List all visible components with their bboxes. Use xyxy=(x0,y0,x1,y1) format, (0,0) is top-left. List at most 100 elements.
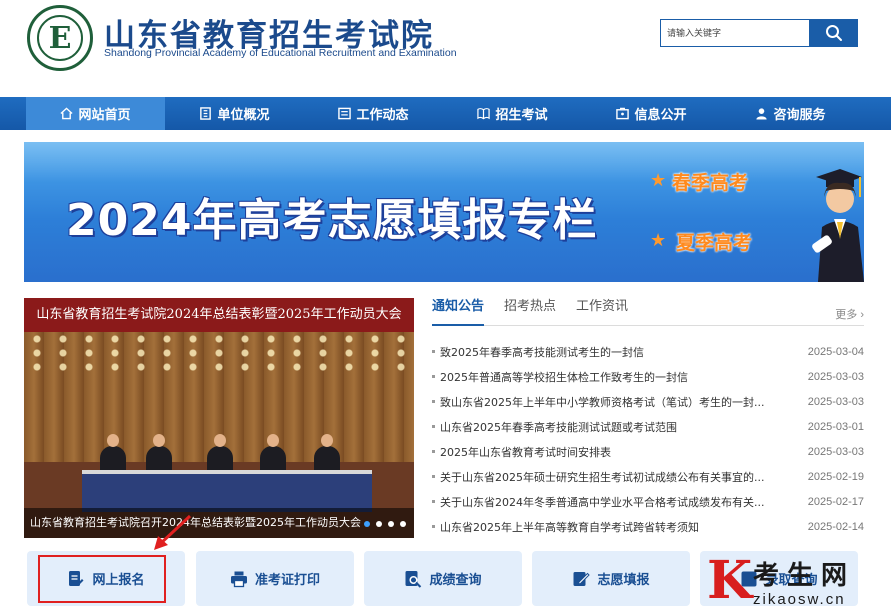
news-item[interactable]: 致2025年春季高考技能测试考生的一封信 2025-03-04 xyxy=(432,339,864,364)
nav-item-service[interactable]: 咨询服务 xyxy=(721,97,860,130)
news-item[interactable]: 致山东省2025年上半年中小学教师资格考试（笔试）考生的一封... 2025-03… xyxy=(432,389,864,414)
nav-item-label: 单位概况 xyxy=(217,108,270,123)
news-title[interactable]: 致2025年春季高考技能测试考生的一封信 xyxy=(440,344,800,360)
news-panel: 通知公告 招考热点 工作资讯 更多 › 致2025年春季高考技能测试考生的一封信… xyxy=(432,298,864,538)
arrow-annotation xyxy=(154,514,192,550)
bullet-icon xyxy=(432,525,435,528)
news-date: 2025-03-01 xyxy=(807,420,864,433)
info-icon xyxy=(616,107,630,120)
more-link[interactable]: 更多 › xyxy=(835,306,864,322)
tab-notices[interactable]: 通知公告 xyxy=(432,298,485,326)
news-item[interactable]: 关于山东省2025年硕士研究生招生考试初试成绩公布有关事宜的... 2025-02… xyxy=(432,464,864,489)
nav-item-label: 信息公开 xyxy=(634,108,687,123)
banner-tag-spring[interactable]: 春季高考 xyxy=(672,168,748,195)
quick-link-label: 志愿填报 xyxy=(597,573,650,588)
bullet-icon xyxy=(432,375,435,378)
nav-item-label: 工作动态 xyxy=(356,108,409,123)
bullet-icon xyxy=(432,350,435,353)
highlight-box xyxy=(38,555,166,603)
more-label: 更多 xyxy=(835,309,858,321)
watermark-url: zikaosw.cn xyxy=(753,591,846,608)
logo-letter: E xyxy=(37,15,83,61)
quick-link-label: 准考证打印 xyxy=(254,573,320,588)
news-tabs: 通知公告 招考热点 工作资讯 更多 › xyxy=(432,298,864,326)
nav-item-label: 咨询服务 xyxy=(773,108,826,123)
watermark-text: 考生网 xyxy=(753,561,856,591)
slide-dot[interactable] xyxy=(364,521,370,527)
news-title[interactable]: 山东省2025年春季高考技能测试试题或考试范围 xyxy=(440,419,800,435)
quick-link-label: 成绩查询 xyxy=(429,573,482,588)
news-title[interactable]: 关于山东省2025年硕士研究生招生考试初试成绩公布有关事宜的... xyxy=(440,469,800,485)
slide-table xyxy=(82,470,372,512)
list-icon xyxy=(338,107,352,120)
bullet-icon xyxy=(432,450,435,453)
news-title[interactable]: 2025年普通高等学校招生体检工作致考生的一封信 xyxy=(440,369,800,385)
news-date: 2025-03-03 xyxy=(807,445,864,458)
news-item[interactable]: 山东省2025年春季高考技能测试试题或考试范围 2025-03-01 xyxy=(432,414,864,439)
news-date: 2025-02-14 xyxy=(807,520,864,533)
site-subtitle: Shandong Provincial Academy of Education… xyxy=(104,47,457,59)
home-icon xyxy=(60,107,74,120)
search-icon xyxy=(826,25,842,41)
news-date: 2025-02-19 xyxy=(807,470,864,483)
printer-icon xyxy=(230,571,247,587)
star-icon: ★ xyxy=(650,170,667,190)
watermark-letter: K xyxy=(707,550,753,611)
banner-title: 2024年高考志愿填报专栏 xyxy=(66,195,598,246)
quick-link-volunteer[interactable]: 志愿填报 xyxy=(532,551,690,606)
news-date: 2025-03-03 xyxy=(807,395,864,408)
bullet-icon xyxy=(432,425,435,428)
bullet-icon xyxy=(432,400,435,403)
news-item[interactable]: 2025年普通高等学校招生体检工作致考生的一封信 2025-03-03 xyxy=(432,364,864,389)
news-slideshow[interactable]: 山东省教育招生考试院2024年总结表彰暨2025年工作动员大会 山东省教育招生考… xyxy=(24,298,414,538)
news-item[interactable]: 山东省2025年上半年高等教育自学考试跨省转考须知 2025-02-14 xyxy=(432,514,864,539)
graduate-student-illustration xyxy=(812,169,864,282)
slide-lights xyxy=(24,332,414,372)
bullet-icon xyxy=(432,500,435,503)
gaokao-banner[interactable]: 2024年高考志愿填报专栏 ★ 春季高考 ★ 夏季高考 xyxy=(24,142,864,282)
tab-work-news[interactable]: 工作资讯 xyxy=(576,298,628,326)
quick-link-admission-ticket[interactable]: 准考证打印 xyxy=(196,551,354,606)
news-list: 致2025年春季高考技能测试考生的一封信 2025-03-04 2025年普通高等… xyxy=(432,339,864,539)
search-box xyxy=(660,19,858,47)
news-date: 2025-03-03 xyxy=(807,370,864,383)
news-title[interactable]: 2025年山东省教育考试时间安排表 xyxy=(440,444,800,460)
quick-link-score-query[interactable]: 成绩查询 xyxy=(364,551,522,606)
nav-item-disclosure[interactable]: 信息公开 xyxy=(582,97,721,130)
nav-item-label: 招生考试 xyxy=(495,108,548,123)
nav-item-exams[interactable]: 招生考试 xyxy=(443,97,582,130)
edit-icon xyxy=(573,571,591,586)
search-doc-icon xyxy=(405,570,422,588)
news-item[interactable]: 2025年山东省教育考试时间安排表 2025-03-03 xyxy=(432,439,864,464)
site-logo[interactable]: E xyxy=(27,5,93,71)
star-icon: ★ xyxy=(650,230,667,250)
news-date: 2025-02-17 xyxy=(807,495,864,508)
building-icon xyxy=(200,107,212,120)
news-date: 2025-03-04 xyxy=(807,345,864,358)
banner-tag-summer[interactable]: 夏季高考 xyxy=(676,228,752,255)
book-icon xyxy=(477,108,491,120)
nav-item-home[interactable]: 网站首页 xyxy=(26,97,165,130)
tab-hot-topics[interactable]: 招考热点 xyxy=(504,298,556,326)
site-header: E 山东省教育招生考试院 Shandong Provincial Academy… xyxy=(0,0,891,97)
slide-header-banner: 山东省教育招生考试院2024年总结表彰暨2025年工作动员大会 xyxy=(24,298,414,332)
slide-dot[interactable] xyxy=(388,521,394,527)
nav-item-news[interactable]: 工作动态 xyxy=(304,97,443,130)
nav-item-about[interactable]: 单位概况 xyxy=(165,97,304,130)
watermark: K 考生网 zikaosw.cn xyxy=(707,553,891,615)
news-item[interactable]: 关于山东省2024年冬季普通高中学业水平合格考试成绩发布有关... 2025-02… xyxy=(432,489,864,514)
slide-caption[interactable]: 山东省教育招生考试院召开2024年总结表彰暨2025年工作动员大会 xyxy=(24,508,414,538)
slide-dot[interactable] xyxy=(376,521,382,527)
search-input[interactable] xyxy=(660,19,810,47)
slide-dots xyxy=(364,521,406,527)
news-title[interactable]: 关于山东省2024年冬季普通高中学业水平合格考试成绩发布有关... xyxy=(440,494,800,510)
chevron-right-icon: › xyxy=(860,309,864,321)
slide-dot[interactable] xyxy=(400,521,406,527)
news-title[interactable]: 致山东省2025年上半年中小学教师资格考试（笔试）考生的一封... xyxy=(440,394,800,410)
user-icon xyxy=(756,108,768,120)
search-button[interactable] xyxy=(810,19,858,47)
nav-item-label: 网站首页 xyxy=(78,108,131,123)
bullet-icon xyxy=(432,475,435,478)
news-title[interactable]: 山东省2025年上半年高等教育自学考试跨省转考须知 xyxy=(440,519,800,535)
main-nav: 网站首页 单位概况 工作动态 招生考试 信息公开 咨询服务 xyxy=(0,97,891,130)
